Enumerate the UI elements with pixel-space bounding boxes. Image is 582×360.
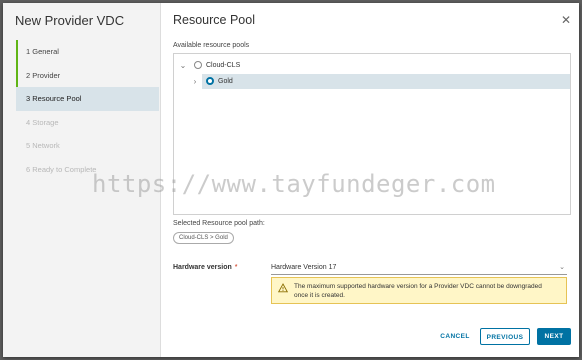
selected-path-label: Selected Resource pool path:	[173, 220, 265, 227]
hardware-version-select[interactable]: Hardware Version 17 ⌄	[271, 262, 567, 275]
step-provider[interactable]: 2 Provider	[16, 63, 159, 87]
wizard-sidebar: New Provider VDC 1 General 2 Provider 3 …	[3, 3, 161, 357]
tree-label-gold: Gold	[218, 78, 233, 85]
hardware-version-text: Hardware version	[173, 264, 232, 271]
step-ready-to-complete: 6 Ready to Complete	[26, 164, 97, 174]
next-button[interactable]: NEXT	[537, 328, 571, 345]
resource-pool-tree: ⌄ Cloud-CLS › Gold	[173, 53, 571, 215]
hardware-version-label: Hardware version *	[173, 264, 237, 271]
step-storage: 4 Storage	[26, 117, 59, 127]
tree-row-gold[interactable]: › Gold	[194, 74, 570, 89]
tree-label-cloud-cls: Cloud-CLS	[206, 62, 241, 69]
required-mark: *	[234, 264, 238, 271]
available-pools-label: Available resource pools	[173, 42, 250, 49]
radio-gold[interactable]	[206, 77, 214, 85]
step-resource-pool[interactable]: 3 Resource Pool	[16, 87, 159, 111]
close-icon[interactable]: ✕	[561, 13, 571, 27]
hardware-version-value: Hardware Version 17	[271, 264, 337, 271]
cancel-button[interactable]: CANCEL	[436, 328, 474, 345]
wizard-steps: 1 General 2 Provider 3 Resource Pool 4 S…	[16, 40, 159, 181]
warning-icon	[278, 283, 288, 293]
selected-path-badge: Cloud-CLS > Gold	[173, 232, 234, 244]
new-provider-vdc-dialog: New Provider VDC 1 General 2 Provider 3 …	[3, 3, 579, 357]
chevron-down-icon[interactable]: ⌄	[178, 58, 188, 73]
radio-cloud-cls[interactable]	[194, 61, 202, 69]
main-panel: Resource Pool ✕ Available resource pools…	[161, 3, 579, 357]
previous-button[interactable]: PREVIOUS	[480, 328, 530, 345]
step-general[interactable]: 1 General	[16, 40, 159, 64]
step-network: 5 Network	[26, 141, 60, 150]
tree-row-cloud-cls[interactable]: ⌄ Cloud-CLS	[174, 58, 570, 73]
warning-alert: The maximum supported hardware version f…	[271, 277, 567, 304]
chevron-right-icon[interactable]: ›	[190, 74, 200, 89]
chevron-down-icon[interactable]: ⌄	[559, 262, 565, 274]
wizard-title: New Provider VDC	[15, 13, 125, 28]
page-title: Resource Pool	[173, 13, 255, 27]
warning-text: The maximum supported hardware version f…	[294, 283, 542, 299]
